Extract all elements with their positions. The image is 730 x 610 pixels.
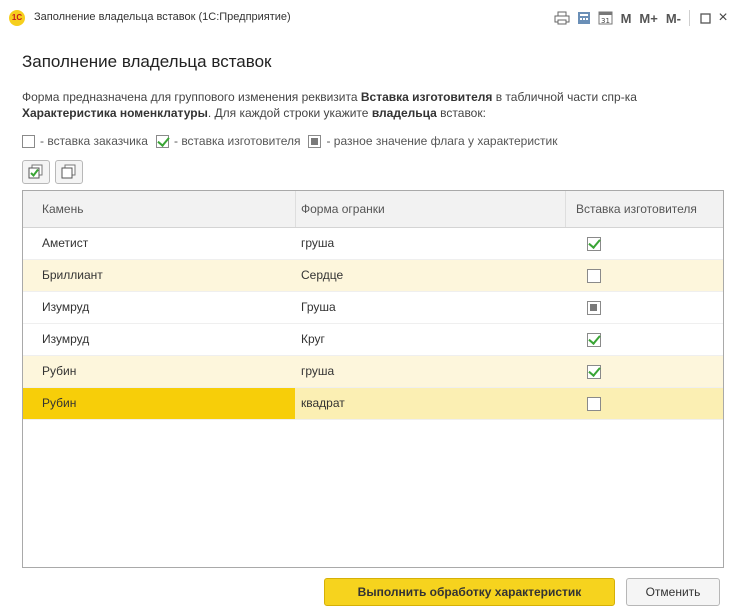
description-bold-owner: владельца: [371, 106, 437, 120]
run-processing-button[interactable]: Выполнить обработку характеристик: [324, 578, 615, 606]
description-bold-catalog: Характеристика номенклатуры: [22, 106, 208, 120]
description-text: вставок:: [436, 106, 486, 120]
titlebar-divider: [689, 10, 690, 26]
maximize-icon[interactable]: [694, 7, 716, 29]
window-title: Заполнение владельца вставок (1С:Предпри…: [34, 11, 291, 23]
form-description: Форма предназначена для группового измен…: [22, 89, 712, 121]
manufacturer-insert-checkbox[interactable]: [587, 332, 601, 347]
table-row[interactable]: Бриллиант Сердце: [23, 260, 723, 292]
legend-manufacturer-label: - вставка изготовителя: [173, 134, 301, 148]
column-header-manufacturer-insert[interactable]: Вставка изготовителя: [565, 191, 723, 227]
manufacturer-insert-checkbox[interactable]: [587, 300, 601, 315]
cell-stone[interactable]: Изумруд: [23, 292, 295, 323]
check-all-button[interactable]: [22, 160, 50, 184]
legend-checked-icon: [155, 134, 169, 148]
description-text: в табличной части спр-ка: [492, 90, 637, 104]
description-text: . Для каждой строки укажите: [207, 106, 372, 120]
cell-cut[interactable]: Сердце: [295, 260, 565, 291]
uncheck-all-button[interactable]: [55, 160, 83, 184]
memory-m-button[interactable]: M: [617, 11, 636, 26]
description-text: Форма предназначена для группового измен…: [22, 90, 361, 104]
cell-cut[interactable]: груша: [295, 356, 565, 387]
legend-mixed-icon: [308, 134, 322, 148]
column-header-cut[interactable]: Форма огранки: [295, 191, 565, 227]
checkbox-legend: - вставка заказчика - вставка изготовите…: [22, 132, 558, 150]
cell-stone[interactable]: Рубин: [23, 356, 295, 387]
cell-cut[interactable]: Груша: [295, 292, 565, 323]
inserts-table[interactable]: Камень Форма огранки Вставка изготовител…: [22, 190, 724, 568]
legend-mixed-label: - разное значение флага у характеристик: [326, 134, 558, 148]
table-row[interactable]: Рубин квадрат: [23, 388, 723, 420]
app-logo-icon: 1С: [9, 10, 25, 26]
memory-subtract-button[interactable]: M-: [662, 11, 685, 26]
legend-customer-label: - вставка заказчика: [40, 134, 148, 148]
table-row[interactable]: Аметист груша: [23, 228, 723, 260]
print-icon[interactable]: [551, 7, 573, 29]
column-header-stone[interactable]: Камень: [23, 191, 295, 227]
close-icon[interactable]: ×: [716, 7, 730, 29]
uncheck-all-icon: [61, 164, 76, 179]
check-all-icon: [28, 164, 43, 179]
manufacturer-insert-checkbox[interactable]: [587, 396, 601, 411]
calculator-icon[interactable]: [573, 7, 595, 29]
cell-stone[interactable]: Бриллиант: [23, 260, 295, 291]
manufacturer-insert-checkbox[interactable]: [587, 236, 601, 251]
legend-unchecked-icon: [22, 134, 35, 148]
calendar-icon[interactable]: 31: [595, 7, 617, 29]
manufacturer-insert-checkbox[interactable]: [587, 364, 601, 379]
table-row[interactable]: Рубин груша: [23, 356, 723, 388]
manufacturer-insert-checkbox[interactable]: [587, 268, 601, 283]
cell-cut[interactable]: груша: [295, 228, 565, 259]
cancel-button[interactable]: Отменить: [626, 578, 720, 606]
table-row[interactable]: Изумруд Круг: [23, 324, 723, 356]
memory-add-button[interactable]: M+: [635, 11, 661, 26]
cell-stone[interactable]: Изумруд: [23, 324, 295, 355]
table-row[interactable]: Изумруд Груша: [23, 292, 723, 324]
calendar-day: 31: [601, 17, 610, 25]
description-bold-field: Вставка изготовителя: [360, 90, 493, 104]
titlebar-tools: 31 M M+ M- ×: [551, 6, 730, 30]
table-header: Камень Форма огранки Вставка изготовител…: [23, 191, 723, 228]
cell-stone[interactable]: Аметист: [23, 228, 295, 259]
window-titlebar: 1С Заполнение владельца вставок (1С:Пред…: [0, 0, 730, 36]
cell-cut[interactable]: Круг: [295, 324, 565, 355]
form-title: Заполнение владельца вставок: [22, 52, 272, 71]
cell-cut[interactable]: квадрат: [295, 388, 565, 419]
cell-stone[interactable]: Рубин: [23, 388, 295, 419]
